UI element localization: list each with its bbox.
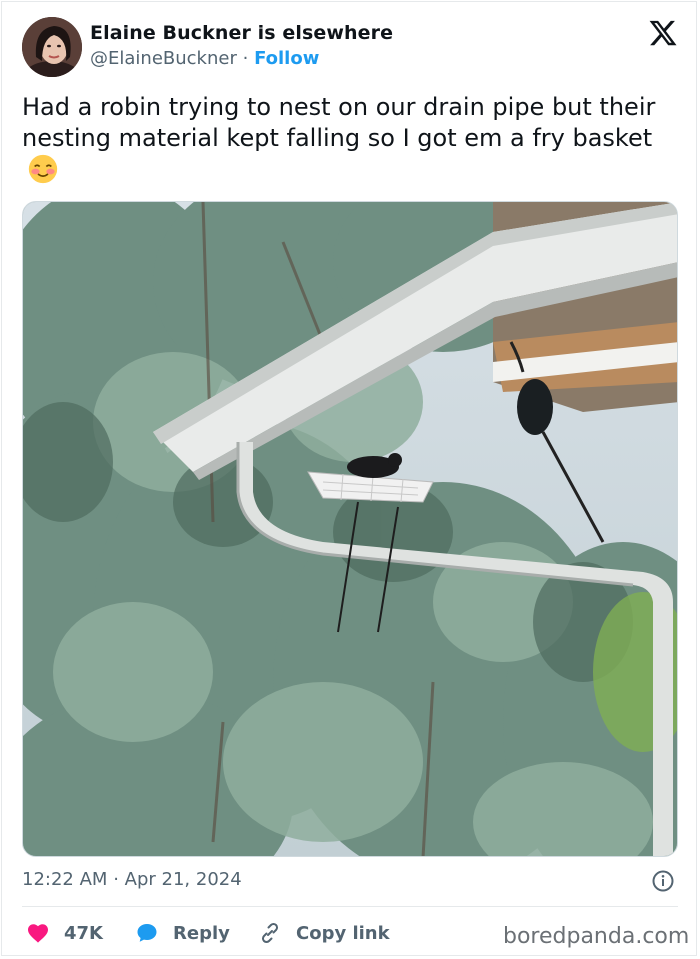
x-logo-icon[interactable] xyxy=(648,18,678,48)
follow-button[interactable]: Follow xyxy=(254,48,319,69)
divider xyxy=(22,906,678,907)
post-photo[interactable] xyxy=(22,201,678,857)
link-icon xyxy=(261,922,279,944)
reply-bubble-icon xyxy=(137,924,157,942)
author-display-name[interactable]: Elaine Buckner is elsewhere xyxy=(90,22,393,44)
info-icon[interactable] xyxy=(651,869,675,893)
author-handle[interactable]: @ElaineBuckner xyxy=(90,48,237,69)
like-button[interactable]: 47K xyxy=(26,919,103,947)
post-timestamp[interactable]: 12:22 AM · Apr 21, 2024 xyxy=(22,869,242,890)
timestamp-separator: · xyxy=(113,869,119,890)
post-date: Apr 21, 2024 xyxy=(124,869,242,890)
heart-icon xyxy=(28,924,48,943)
author-handle-row: @ElaineBuckner · Follow xyxy=(90,48,319,69)
reply-button[interactable]: Reply xyxy=(135,919,230,947)
copy-link-label: Copy link xyxy=(296,922,390,944)
smiling-face-with-blush-icon xyxy=(28,154,58,184)
photo-robin-in-fry-basket-on-gutter xyxy=(23,202,677,856)
post-text-body: Had a robin trying to nest on our drain … xyxy=(22,93,656,152)
like-count: 47K xyxy=(64,922,103,944)
reply-label: Reply xyxy=(173,922,230,944)
avatar[interactable] xyxy=(22,17,82,77)
handle-separator: · xyxy=(242,48,249,69)
post-time: 12:22 AM xyxy=(22,869,108,890)
watermark: boredpanda.com xyxy=(503,924,690,949)
copy-link-button[interactable]: Copy link xyxy=(258,919,390,947)
post-text: Had a robin trying to nest on our drain … xyxy=(22,92,672,186)
